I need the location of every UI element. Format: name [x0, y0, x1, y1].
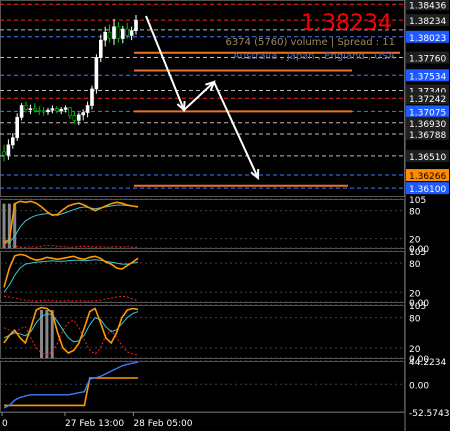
candle-body[interactable] [68, 107, 72, 117]
panel-axis-label: 105 [409, 302, 426, 312]
volume-spread-info: 6374 (5760) volume | Spread : 11 [226, 37, 396, 48]
candle-body[interactable] [121, 28, 125, 39]
price-axis-label: 1.36266 [409, 172, 446, 182]
price-axis-label: 1.38436 [409, 1, 446, 11]
time-axis-label: 27 Feb 13:00 [65, 419, 124, 429]
histogram-bar [45, 310, 49, 358]
price-axis-label: 1.36788 [409, 131, 446, 141]
candle-body[interactable] [63, 107, 68, 110]
panel-axis-label: 0.00 [409, 381, 429, 391]
candle-body[interactable] [6, 144, 11, 156]
panel-axis-label: 80 [409, 315, 421, 325]
candle-body[interactable] [24, 105, 28, 110]
price-axis-label: 1.36100 [409, 185, 446, 195]
panel-axis-label: 44.2234 [409, 358, 446, 368]
candle-body[interactable] [81, 112, 85, 116]
price-axis-label: 1.37242 [409, 95, 446, 105]
candle-body[interactable] [15, 116, 19, 139]
candle-body[interactable] [28, 108, 33, 110]
candle-body[interactable] [77, 114, 81, 121]
chart-background [0, 0, 450, 431]
panel-axis-label: 80 [409, 208, 421, 218]
candle-body[interactable] [46, 109, 50, 113]
candle-body[interactable] [99, 39, 103, 58]
panel-axis-label: 105 [409, 248, 426, 258]
market-sessions-info: Australia , Japan , England , USA [233, 51, 395, 62]
candle-body[interactable] [112, 26, 116, 39]
candle-body[interactable] [116, 26, 121, 39]
candle-body[interactable] [50, 108, 55, 111]
candle-body[interactable] [41, 110, 46, 113]
price-axis-label: 1.37760 [409, 54, 446, 64]
candle-body[interactable] [59, 109, 64, 112]
panel-axis-label: -52.5743 [409, 409, 449, 419]
panel-axis-label: 105 [409, 196, 426, 206]
candle-body[interactable] [129, 30, 134, 36]
price-axis-label: 1.36510 [409, 153, 446, 163]
candle-body[interactable] [90, 88, 94, 106]
candle-body[interactable] [72, 115, 77, 121]
candle-body[interactable] [125, 28, 129, 36]
candle-body[interactable] [32, 108, 37, 111]
price-axis-label: 1.38023 [409, 34, 446, 44]
price-axis-label: 1.38234 [409, 17, 446, 27]
candle-body[interactable] [107, 31, 112, 39]
time-axis-label: 28 Feb 05:00 [133, 419, 192, 429]
candle-body[interactable] [11, 137, 15, 146]
panel-axis-label: 80 [409, 260, 421, 270]
candle-body[interactable] [54, 108, 59, 112]
candle-body[interactable] [134, 19, 138, 31]
panel-axis-label: 20 [409, 289, 421, 299]
candle-body[interactable] [94, 57, 99, 90]
chart-area[interactable]: 1.384361.382341.380231.377601.375341.373… [0, 0, 450, 431]
candle-body[interactable] [19, 105, 24, 118]
big-price-readout: 1.38234 [301, 11, 392, 36]
candle-body[interactable] [37, 109, 42, 112]
candle-body[interactable] [85, 105, 90, 113]
candle-body[interactable] [103, 31, 107, 41]
panel-axis-label: 20 [409, 345, 421, 355]
price-axis-label: 1.37534 [409, 72, 446, 82]
time-axis-label: 0 [2, 419, 8, 429]
candle-body[interactable] [2, 151, 6, 156]
